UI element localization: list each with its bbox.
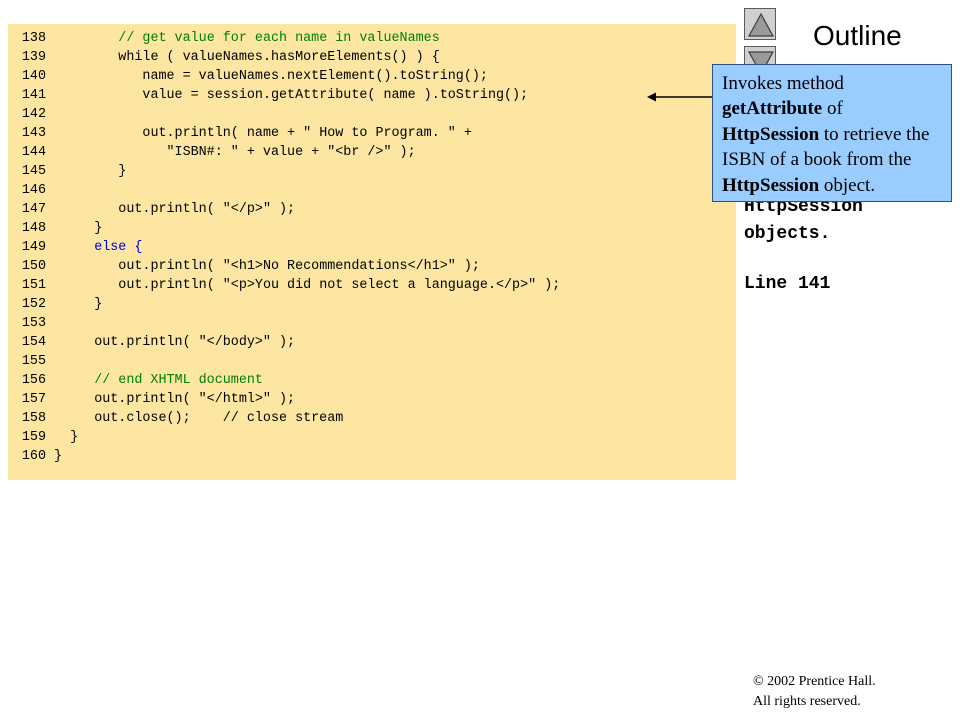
line-number: 140 [21,69,46,84]
code-line: 157 out.println( "</html>" ); [8,390,295,409]
code-line: 149 else { [8,238,143,257]
code-text: } [94,297,103,312]
sidebar-text: objects. [744,224,831,244]
line-number: 153 [21,316,46,331]
code-text: out.close(); // close stream [94,411,344,426]
code-text: else { [94,240,143,255]
code-line: 148 } [8,219,102,238]
line-number: 149 [21,240,46,255]
line-number: 155 [21,354,46,369]
copyright-text: 2002 Prentice Hall. [763,674,876,689]
callout-text: object. [819,174,876,196]
line-number: 147 [21,202,46,217]
line-number: 146 [21,183,46,198]
code-text: // end XHTML document [94,373,263,388]
line-number: 151 [21,278,46,293]
code-text: } [118,164,127,179]
line-number: 159 [21,430,46,445]
line-number: 150 [21,259,46,274]
code-line: 151 out.println( "<p>You did not select … [8,276,560,295]
copyright-notice: © 2002 Prentice Hall. [753,674,876,690]
code-text: while ( valueNames.hasMoreElements() ) { [118,50,440,65]
code-line: 159 } [8,428,78,447]
line-number: 139 [21,50,46,65]
code-text: } [94,221,103,236]
callout-text: Invokes method [722,73,844,94]
code-line: 139 while ( valueNames.hasMoreElements()… [8,48,440,67]
code-line: 150 out.println( "<h1>No Recommendations… [8,257,480,276]
up-arrow-icon [747,12,775,37]
callout-text: of [822,98,843,120]
callout-class-name: HttpSession [722,174,820,196]
outline-title: Outline [813,20,902,51]
code-line: 144 "ISBN#: " + value + "<br />" ); [8,143,416,162]
line-reference: Line 141 [744,274,831,294]
code-text: value = session.getAttribute( name ).toS… [142,88,529,103]
code-line: 153 [8,314,54,333]
callout-class-name: HttpSession [722,123,820,145]
code-line: 146 [8,181,54,200]
line-number: 152 [21,297,46,312]
code-text: "ISBN#: " + value + "<br />" ); [166,145,416,160]
line-number: 142 [21,107,46,122]
rights-notice: All rights reserved. [753,694,861,709]
code-line: 160} [8,447,62,466]
code-line: 156 // end XHTML document [8,371,263,390]
code-line: 143 out.println( name + " How to Program… [8,124,472,143]
code-text: } [70,430,79,445]
line-number: 157 [21,392,46,407]
line-number: 160 [21,449,46,464]
annotation-callout: Invokes method getAttribute of HttpSessi… [712,64,952,202]
code-text: name = valueNames.nextElement().toString… [142,69,488,84]
code-line: 155 [8,352,54,371]
line-number: 144 [21,145,46,160]
code-text: out.println( "<h1>No Recommendations</h1… [118,259,480,274]
line-number: 138 [21,31,46,46]
code-text: out.println( "</html>" ); [94,392,296,407]
code-line: 158 out.close(); // close stream [8,409,343,428]
line-number: 145 [21,164,46,179]
line-number: 156 [21,373,46,388]
callout-method-name: getAttribute [722,98,823,120]
code-line: 154 out.println( "</body>" ); [8,333,295,352]
code-text: out.println( "<p>You did not select a la… [118,278,561,293]
code-text: out.println( "</body>" ); [94,335,296,350]
previous-slide-button[interactable] [744,8,776,40]
line-number: 154 [21,335,46,350]
code-line: 141 value = session.getAttribute( name )… [8,86,528,105]
code-line: 145 } [8,162,126,181]
line-number: 141 [21,88,46,103]
code-line: 152 } [8,295,102,314]
line-number: 148 [21,221,46,236]
code-line: 147 out.println( "</p>" ); [8,200,295,219]
code-text: out.println( "</p>" ); [118,202,296,217]
code-line: 138 // get value for each name in valueN… [8,29,440,48]
code-text: // get value for each name in valueNames [118,31,440,46]
line-number: 143 [21,126,46,141]
copyright-icon: © [753,674,764,689]
code-text: } [54,449,63,464]
code-text: out.println( name + " How to Program. " … [142,126,472,141]
code-line: 142 [8,105,54,124]
code-panel: 138 // get value for each name in valueN… [8,24,736,480]
next-slide-button[interactable] [744,46,776,66]
code-line: 140 name = valueNames.nextElement().toSt… [8,67,488,86]
callout-arrow [647,92,714,102]
line-number: 158 [21,411,46,426]
